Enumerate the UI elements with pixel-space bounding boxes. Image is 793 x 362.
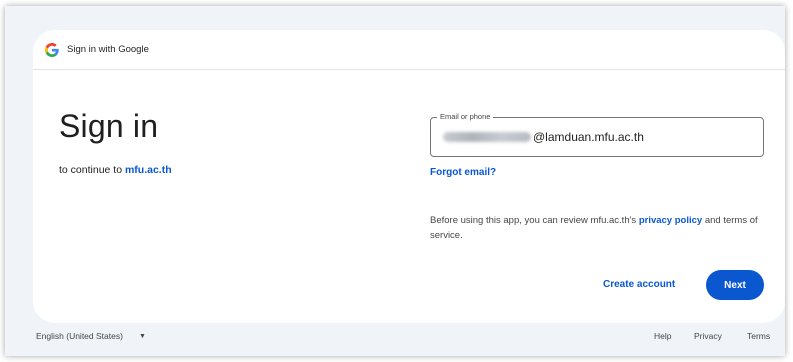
continue-site-link[interactable]: mfu.ac.th xyxy=(125,164,172,176)
header-title: Sign in with Google xyxy=(67,44,149,55)
privacy-policy-link[interactable]: privacy policy xyxy=(639,215,702,226)
next-button[interactable]: Next xyxy=(706,270,764,300)
email-domain: @lamduan.mfu.ac.th xyxy=(533,130,644,144)
google-logo-icon xyxy=(45,42,59,57)
privacy-notice: Before using this app, you can review mf… xyxy=(430,213,760,243)
language-label: English (United States) xyxy=(36,331,123,341)
continue-text: to continue to mfu.ac.th xyxy=(59,164,172,176)
signin-card: Sign in with Google Sign in to continue … xyxy=(33,30,785,323)
forgot-email-link[interactable]: Forgot email? xyxy=(430,167,496,178)
footer-privacy-link[interactable]: Privacy xyxy=(694,331,722,341)
continue-prefix: to continue to xyxy=(59,164,123,176)
email-field[interactable]: Email or phone @lamduan.mfu.ac.th xyxy=(430,112,764,157)
redacted-username xyxy=(443,132,531,142)
email-label: Email or phone xyxy=(437,112,494,121)
language-selector[interactable]: English (United States) ▼ xyxy=(36,331,146,341)
caret-down-icon: ▼ xyxy=(138,332,146,340)
browser-frame: Sign in with Google Sign in to continue … xyxy=(5,6,785,356)
card-header: Sign in with Google xyxy=(33,30,785,70)
privacy-prefix: Before using this app, you can review mf… xyxy=(430,215,637,226)
email-value[interactable]: @lamduan.mfu.ac.th xyxy=(443,130,644,144)
footer-help-link[interactable]: Help xyxy=(654,331,671,341)
footer-terms-link[interactable]: Terms xyxy=(747,331,770,341)
create-account-button[interactable]: Create account xyxy=(595,270,683,298)
page-title: Sign in xyxy=(59,108,159,144)
